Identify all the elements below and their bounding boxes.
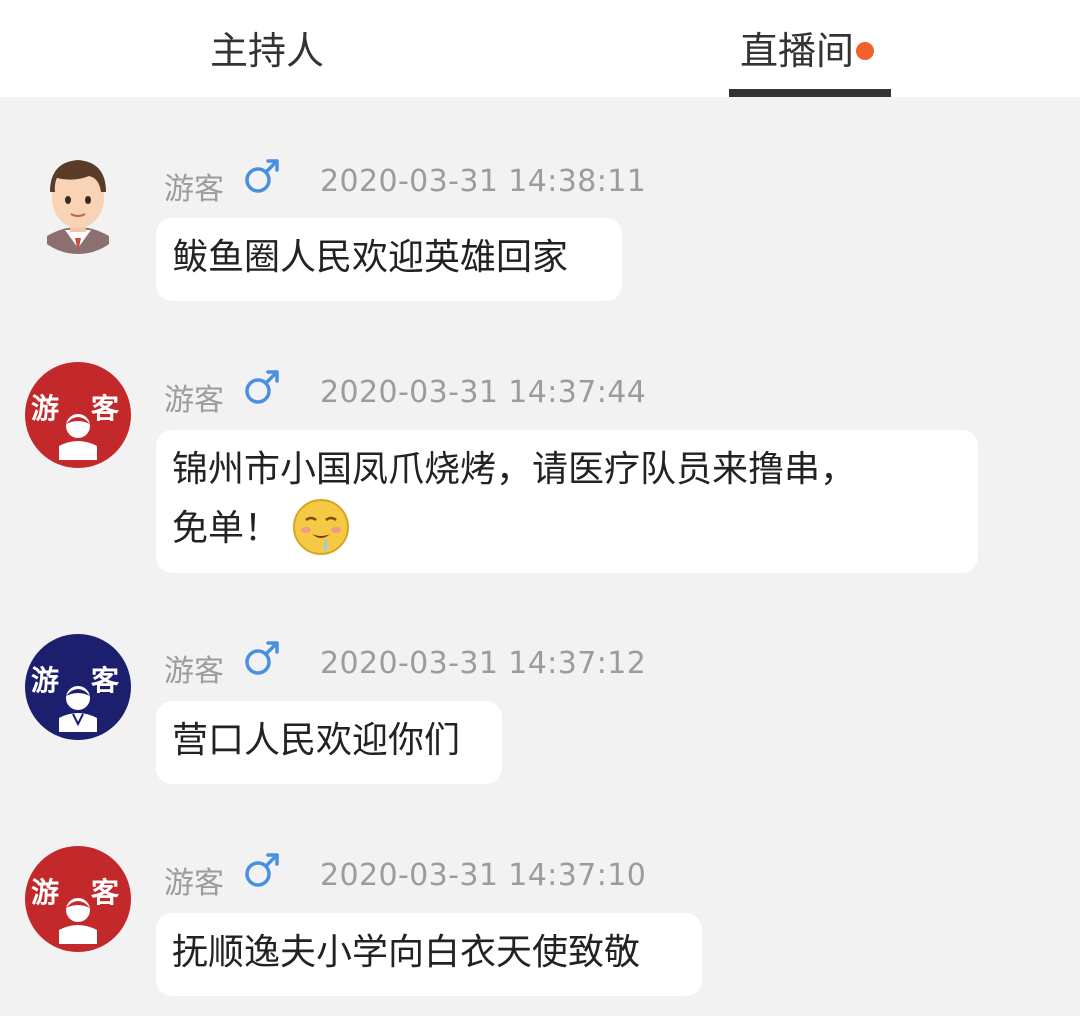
man-avatar-icon (47, 160, 109, 254)
message-bubble: 营口人民欢迎你们 (156, 701, 502, 784)
avatar[interactable] (25, 148, 131, 254)
live-indicator-dot (856, 42, 875, 60)
guest-avatar-icon: 游 客 (31, 876, 120, 944)
message-time: 2020-03-31 14:37:10 (320, 858, 647, 893)
drooling-face-emoji (293, 499, 350, 555)
message-text: 鲅鱼圈人民欢迎英雄回家 (172, 237, 569, 278)
message-text: 免单！ (172, 508, 281, 549)
message-text-line-2: 免单！ (172, 498, 962, 557)
avatar-text-right: 客 (91, 392, 120, 425)
avatar[interactable]: 游 客 (25, 846, 131, 952)
tab-host[interactable]: 主持人 (210, 20, 324, 75)
avatar[interactable]: 游 客 (25, 634, 131, 740)
active-tab-underline (729, 89, 891, 97)
avatar[interactable]: 游 客 (25, 362, 131, 468)
guest-avatar-icon: 游 客 (31, 392, 120, 460)
message-time: 2020-03-31 14:37:44 (320, 375, 647, 410)
avatar-text-left: 游 (31, 664, 59, 697)
tab-bar: 主持人 直播间 (0, 0, 1080, 97)
male-icon (245, 853, 279, 887)
message-text: 营口人民欢迎你们 (172, 720, 461, 761)
message-bubble: 鲅鱼圈人民欢迎英雄回家 (156, 218, 622, 301)
male-icon (245, 370, 279, 404)
message-text-line: 锦州市小国凤爪烧烤，请医疗队员来撸串， (172, 449, 857, 490)
avatar-text-right: 客 (91, 876, 120, 909)
message-time: 2020-03-31 14:38:11 (320, 164, 647, 199)
avatar-text-left: 游 (31, 876, 59, 909)
user-name: 游客 (164, 654, 224, 689)
guest-avatar-icon: 游 客 (31, 664, 120, 732)
user-name: 游客 (164, 866, 224, 901)
tab-live-room[interactable]: 直播间 (740, 20, 875, 75)
message-time: 2020-03-31 14:37:12 (320, 646, 647, 681)
tab-live-label: 直播间 (740, 29, 855, 73)
male-icon (245, 159, 279, 193)
tab-host-label: 主持人 (210, 29, 325, 73)
message-text: 抚顺逸夫小学向白衣天使致敬 (172, 932, 641, 973)
avatar-text-right: 客 (91, 664, 120, 697)
avatar-text-left: 游 (31, 392, 59, 425)
message-bubble: 抚顺逸夫小学向白衣天使致敬 (156, 913, 702, 996)
user-name: 游客 (164, 383, 224, 418)
male-icon (245, 641, 279, 675)
message-bubble: 锦州市小国凤爪烧烤，请医疗队员来撸串， 免单！ (156, 430, 978, 573)
user-name: 游客 (164, 172, 224, 207)
